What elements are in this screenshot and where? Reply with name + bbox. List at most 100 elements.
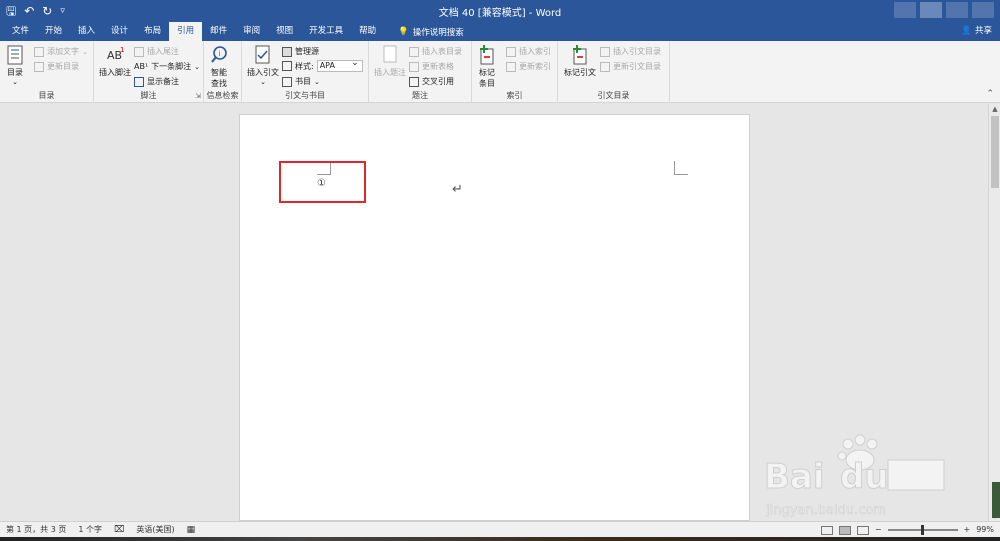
bibliography-button[interactable]: 书目 ⌄ (282, 76, 320, 87)
mark-entry-icon (480, 45, 494, 65)
dialog-launcher-icon[interactable]: ⇲ (195, 92, 201, 100)
insert-table-of-authorities-button[interactable]: 插入引文目录 (600, 46, 661, 57)
svg-text:i: i (219, 50, 221, 58)
tab-mailings[interactable]: 邮件 (202, 22, 235, 41)
insert-table-of-figures-button[interactable]: 插入表目录 (409, 46, 462, 57)
tab-developer[interactable]: 开发工具 (301, 22, 351, 41)
print-layout-icon[interactable] (838, 525, 851, 535)
paragraph-mark: ↵ (452, 182, 463, 197)
taskbar-strip (0, 537, 1000, 541)
group-index: 标记 条目 插入索引 更新索引 索引 (472, 41, 558, 103)
add-text-dropdown-icon: ⌄ (82, 47, 88, 56)
group-footnotes: AB 1 插入脚注 插入尾注 AB¹ 下一条脚注 ⌄ 显示备注 脚注 ⇲ (94, 41, 204, 103)
insert-caption-button[interactable]: 插入题注 (374, 45, 406, 78)
insert-citation-label: 插入引文 (247, 68, 279, 77)
add-text-button[interactable]: 添加文字 ⌄ (34, 46, 88, 57)
toc-button[interactable]: 目录 ⌄ (6, 45, 24, 86)
insert-endnote-button[interactable]: 插入尾注 (134, 46, 179, 57)
smart-lookup-button[interactable]: i 智能 查找 (210, 45, 228, 89)
group-research: i 智能 查找 信息检索 (204, 41, 242, 103)
add-text-icon (34, 46, 44, 57)
bibliography-label: 书目 (295, 77, 311, 86)
language-indicator[interactable]: 英语(美国) (136, 522, 174, 538)
share-label: 共享 (974, 26, 992, 36)
tab-file[interactable]: 文件 (4, 22, 37, 41)
next-footnote-button[interactable]: AB¹ 下一条脚注 ⌄ (134, 61, 200, 72)
manage-sources-button[interactable]: 管理源 (282, 46, 319, 57)
insert-citation-button[interactable]: 插入引文 ⌄ (247, 45, 279, 86)
footnote-reference-mark: ① (317, 178, 326, 189)
status-bar: 第 1 页，共 3 页 1 个字 ⌧ 英语(美国) ▦ − + 99% (0, 521, 1000, 541)
bibliography-dropdown-icon: ⌄ (314, 77, 320, 86)
status-left: 第 1 页，共 3 页 1 个字 ⌧ 英语(美国) ▦ (6, 522, 195, 538)
cross-reference-button[interactable]: 交叉引用 (409, 76, 454, 87)
margin-corner-top-right (674, 161, 688, 175)
ribbon-tabs: 文件 开始 插入 设计 布局 引用 邮件 审阅 视图 开发工具 帮助 💡 操作说… (4, 22, 464, 41)
toc-button-label: 目录 (7, 68, 23, 77)
minimize-button[interactable] (894, 2, 916, 18)
smart-lookup-icon: i (211, 46, 227, 63)
page-count[interactable]: 第 1 页，共 3 页 (6, 522, 66, 538)
insert-caption-icon (383, 45, 397, 63)
update-toa-icon (600, 61, 610, 72)
ribbon-options-button[interactable] (972, 2, 994, 18)
update-table-of-authorities-button[interactable]: 更新引文目录 (600, 61, 661, 72)
insert-footnote-button[interactable]: AB 1 插入脚注 (99, 45, 131, 78)
group-label-table-of-authorities: 引文目录 (597, 91, 630, 100)
tell-me-search[interactable]: 💡 操作说明搜索 (384, 26, 464, 38)
insert-toa-label: 插入引文目录 (613, 47, 661, 56)
maximize-button[interactable] (920, 2, 942, 18)
web-layout-icon[interactable] (856, 525, 869, 535)
title-bar: 🖫 ↶ ↻ ▿ 文档 40 [兼容模式] - Word (0, 0, 1000, 22)
macro-icon[interactable]: ▦ (187, 522, 196, 538)
share-button[interactable]: 👤 共享 (961, 22, 992, 41)
zoom-in-icon[interactable]: + (964, 522, 971, 538)
zoom-level[interactable]: 99% (976, 522, 994, 538)
table-of-figures-icon (409, 46, 419, 57)
vertical-scrollbar[interactable]: ▲ ▼ (988, 104, 1000, 521)
toc-icon (7, 45, 23, 65)
close-button[interactable] (946, 2, 968, 18)
tab-references[interactable]: 引用 (169, 22, 203, 41)
show-notes-button[interactable]: 显示备注 (134, 76, 179, 87)
insert-index-button[interactable]: 插入索引 (506, 46, 551, 57)
mark-entry-label-2: 条目 (479, 79, 495, 88)
show-notes-icon (134, 76, 144, 87)
tab-view[interactable]: 视图 (268, 22, 301, 41)
ribbon: 目录 ⌄ 添加文字 ⌄ 更新目录 目录 AB 1 插入脚注 插入尾注 AB¹ 下一条… (0, 41, 1000, 103)
menu-bar: 文件 开始 插入 设计 布局 引用 邮件 审阅 视图 开发工具 帮助 💡 操作说… (0, 22, 1000, 41)
manage-sources-label: 管理源 (295, 47, 319, 56)
tab-insert[interactable]: 插入 (70, 22, 103, 41)
tab-home[interactable]: 开始 (37, 22, 70, 41)
zoom-slider-thumb[interactable] (920, 525, 924, 535)
window-controls (894, 2, 994, 18)
insert-index-icon (506, 46, 516, 57)
mark-citation-button[interactable]: 标记引文 (564, 45, 596, 78)
update-table-button[interactable]: 更新表格 (409, 61, 454, 72)
group-label-citations: 引文与书目 (285, 91, 325, 100)
scroll-up-icon[interactable]: ▲ (989, 104, 1000, 114)
mark-citation-label: 标记引文 (564, 68, 596, 77)
update-toc-button[interactable]: 更新目录 (34, 61, 79, 72)
mark-entry-button[interactable]: 标记 条目 (478, 45, 496, 89)
update-index-button[interactable]: 更新索引 (506, 61, 551, 72)
document-page[interactable]: ① ↵ (239, 114, 750, 521)
style-selector: 样式: APA (282, 58, 363, 72)
footnote-icon: AB1 (107, 46, 124, 62)
tab-layout[interactable]: 布局 (136, 22, 169, 41)
endnote-icon (134, 46, 144, 57)
tab-review[interactable]: 审阅 (235, 22, 268, 41)
zoom-out-icon[interactable]: − (875, 522, 882, 538)
scroll-thumb[interactable] (991, 116, 999, 188)
proofing-icon[interactable]: ⌧ (114, 522, 124, 538)
word-count[interactable]: 1 个字 (78, 522, 102, 538)
tab-help[interactable]: 帮助 (351, 22, 384, 41)
smart-lookup-label-2: 查找 (211, 79, 227, 88)
tab-design[interactable]: 设计 (103, 22, 136, 41)
collapse-ribbon-icon[interactable]: ⌃ (986, 89, 994, 99)
style-dropdown[interactable]: APA (316, 58, 363, 72)
toc-dropdown-icon: ⌄ (12, 78, 18, 86)
next-footnote-icon: AB¹ (134, 62, 149, 71)
zoom-slider[interactable] (887, 525, 958, 535)
read-mode-icon[interactable] (820, 525, 833, 535)
